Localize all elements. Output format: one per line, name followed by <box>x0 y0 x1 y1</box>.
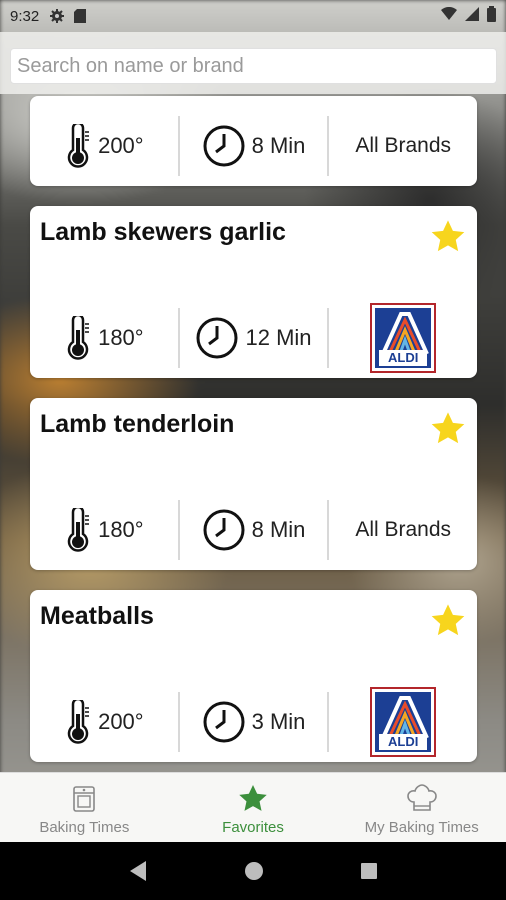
brand-cell: All Brands <box>327 500 477 560</box>
recipe-card[interactable]: Lamb tenderloin 180° 8 Min All Brands <box>30 398 477 570</box>
temperature-value: 180° <box>98 517 144 542</box>
gear-icon <box>49 8 65 24</box>
recipe-info-row: 180° 12 Min ALDI <box>30 303 477 373</box>
recipe-card[interactable]: Lamb skewers garlic 180° 12 Min ALDI <box>30 206 477 378</box>
home-icon[interactable] <box>244 861 264 881</box>
signal-icon <box>465 7 479 25</box>
status-time: 9:32 <box>10 7 40 25</box>
nav-my-baking-times[interactable]: My Baking Times <box>337 773 506 842</box>
nav-baking-times[interactable]: Baking Times <box>0 773 169 842</box>
time-cell: 8 Min <box>177 116 328 176</box>
brand-label: All Brands <box>355 518 452 541</box>
time-value: 12 Min <box>245 325 312 350</box>
bottom-navigation: Baking Times Favorites My Baking Times <box>0 772 506 842</box>
clock-icon <box>203 701 245 743</box>
sd-card-icon <box>73 8 87 24</box>
brand-label: All Brands <box>355 134 452 157</box>
clock-icon <box>203 509 245 551</box>
time-cell: 3 Min <box>177 692 328 752</box>
nav-label: Favorites <box>222 819 284 836</box>
brand-label: ALDI <box>379 350 428 366</box>
favorite-star-icon[interactable] <box>429 602 467 640</box>
temperature-cell: 180° <box>30 308 178 368</box>
back-icon[interactable] <box>128 860 148 882</box>
brand-label: ALDI <box>379 734 428 750</box>
aldi-logo: ALDI <box>370 687 437 757</box>
oven-icon <box>72 783 96 815</box>
system-navigation-bar <box>0 842 506 900</box>
recipe-title: Lamb skewers garlic <box>40 218 286 246</box>
recipe-title: Lamb tenderloin <box>40 410 235 438</box>
favorite-star-icon[interactable] <box>429 218 467 256</box>
thermometer-icon <box>67 700 90 744</box>
nav-label: My Baking Times <box>364 819 479 836</box>
clock-icon <box>203 125 245 167</box>
time-value: 3 Min <box>251 709 306 734</box>
battery-icon <box>487 6 496 26</box>
time-cell: 8 Min <box>177 500 328 560</box>
temperature-value: 180° <box>98 325 144 350</box>
wifi-icon <box>441 6 457 25</box>
temperature-cell: 200° <box>30 116 178 176</box>
thermometer-icon <box>67 508 90 552</box>
clock-icon <box>196 317 238 359</box>
thermometer-icon <box>67 124 90 168</box>
recipe-info-row: 200° 3 Min ALDI <box>30 687 477 757</box>
status-bar: 9:32 <box>0 0 506 32</box>
brand-cell: ALDI <box>327 687 477 757</box>
time-value: 8 Min <box>251 517 306 542</box>
thermometer-icon <box>67 316 90 360</box>
time-value: 8 Min <box>251 133 306 158</box>
chef-hat-icon <box>406 783 438 815</box>
temperature-value: 200° <box>98 709 144 734</box>
recipe-title: Meatballs <box>40 602 154 630</box>
brand-cell: All Brands <box>327 116 477 176</box>
recipe-info-row: 200° 8 Min All Brands <box>30 116 477 176</box>
temperature-cell: 180° <box>30 500 178 560</box>
recipe-card[interactable]: 200° 8 Min All Brands <box>30 96 477 186</box>
nav-favorites[interactable]: Favorites <box>169 773 338 842</box>
favorite-star-icon[interactable] <box>429 410 467 448</box>
time-cell: 12 Min <box>177 308 328 368</box>
recipe-info-row: 180° 8 Min All Brands <box>30 500 477 560</box>
search-input[interactable] <box>10 48 497 84</box>
aldi-logo: ALDI <box>370 303 437 373</box>
recipe-card[interactable]: Meatballs 200° 3 Min ALDI <box>30 590 477 762</box>
star-icon <box>237 783 269 815</box>
brand-cell: ALDI <box>327 303 477 373</box>
temperature-value: 200° <box>98 133 144 158</box>
recents-icon[interactable] <box>360 862 378 880</box>
search-bar <box>0 32 506 94</box>
temperature-cell: 200° <box>30 692 178 752</box>
nav-label: Baking Times <box>39 819 130 836</box>
